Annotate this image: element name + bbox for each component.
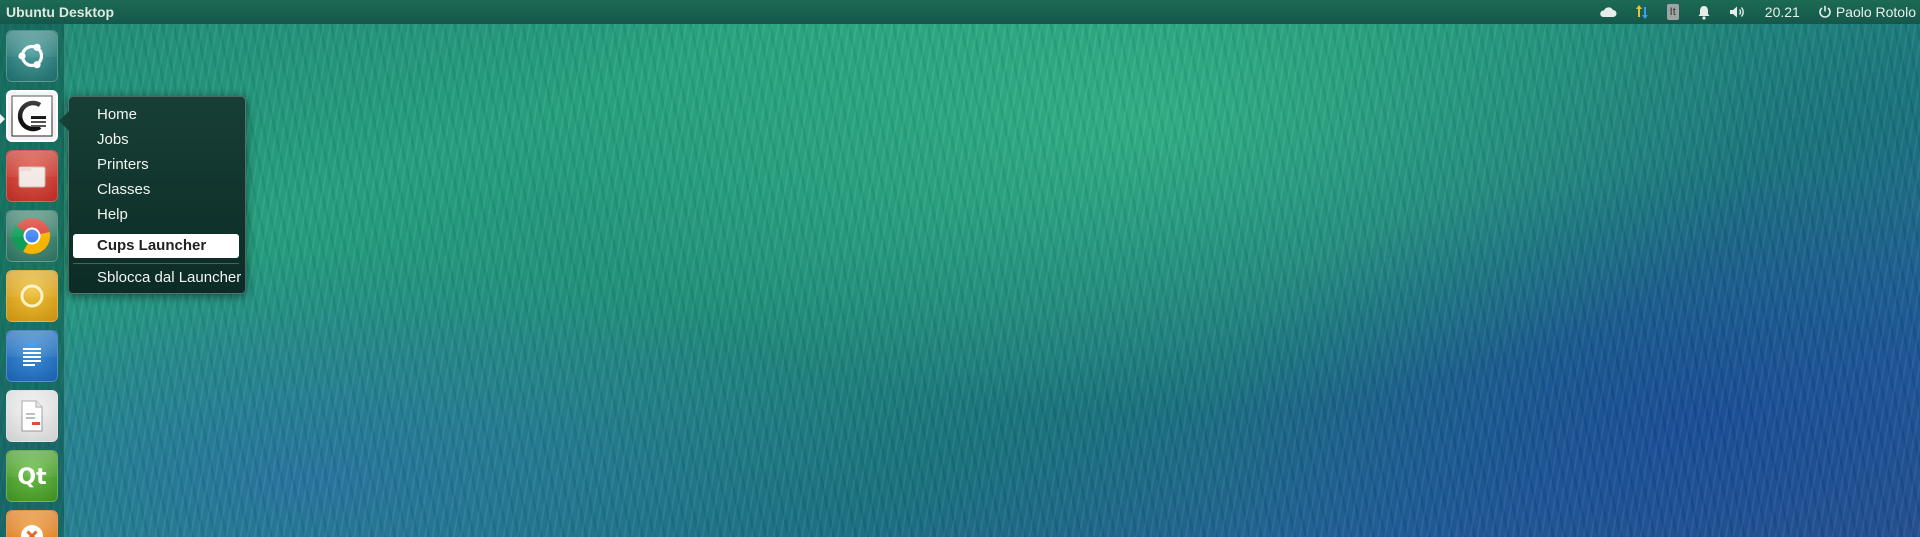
quicklist-pointer	[59, 111, 69, 131]
files-icon	[18, 166, 46, 188]
quicklist-item-unlock[interactable]: Sblocca dal Launcher	[97, 269, 241, 287]
active-indicator	[0, 114, 5, 124]
launcher: Qt	[0, 24, 65, 537]
indicator-area: It 20.21 Paolo Rotolo	[1590, 0, 1920, 24]
launcher-ubuntu-one[interactable]	[6, 270, 58, 322]
quicklist-item-help[interactable]: Help	[97, 206, 128, 224]
launcher-chrome[interactable]	[6, 210, 58, 262]
user-name: Paolo Rotolo	[1835, 4, 1916, 20]
launcher-qt-creator[interactable]: Qt	[6, 450, 58, 502]
top-panel: Ubuntu Desktop It 20.21 Paolo Rotolo	[0, 0, 1920, 24]
desktop[interactable]: Ubuntu Desktop It 20.21 Paolo Rotolo Qt …	[0, 0, 1920, 537]
wallpaper-texture	[0, 0, 1920, 537]
launcher-files[interactable]	[6, 150, 58, 202]
close-icon	[21, 525, 43, 537]
keyboard-layout-indicator[interactable]: It	[1658, 0, 1688, 24]
speaker-icon[interactable]	[1720, 0, 1756, 24]
clock[interactable]: 20.21	[1756, 0, 1809, 24]
quicklist-item-home[interactable]: Home	[97, 106, 137, 124]
chrome-icon	[12, 218, 51, 255]
network-transfer-icon[interactable]	[1626, 0, 1658, 24]
quicklist-item-jobs[interactable]: Jobs	[97, 131, 129, 149]
writer-icon	[23, 348, 41, 366]
keyboard-layout-label: It	[1666, 4, 1679, 20]
ubuntu-logo-icon	[18, 43, 44, 69]
quicklist-item-classes[interactable]: Classes	[97, 181, 150, 199]
launcher-cups[interactable]	[6, 90, 58, 142]
launcher-dash-home[interactable]	[6, 30, 58, 82]
cloud-icon[interactable]	[1590, 0, 1626, 24]
cups-icon	[11, 95, 53, 137]
document-icon	[21, 400, 43, 432]
launcher-document[interactable]	[6, 390, 58, 442]
quicklist-item-printers[interactable]: Printers	[97, 156, 149, 174]
launcher-quicklist: Home Jobs Printers Classes Help Cups Lau…	[59, 96, 246, 294]
power-icon	[1819, 5, 1831, 18]
bell-icon[interactable]	[1688, 0, 1720, 24]
launcher-shutdown[interactable]	[6, 510, 58, 537]
circle-yellow-icon	[20, 284, 44, 308]
qt-icon: Qt	[17, 465, 47, 490]
quicklist-separator	[73, 263, 239, 264]
user-menu[interactable]: Paolo Rotolo	[1809, 0, 1920, 24]
window-title: Ubuntu Desktop	[6, 4, 115, 20]
quicklist-item-cups-launcher[interactable]: Cups Launcher	[73, 234, 239, 258]
svg-text:Qt: Qt	[17, 465, 47, 490]
launcher-writer[interactable]	[6, 330, 58, 382]
